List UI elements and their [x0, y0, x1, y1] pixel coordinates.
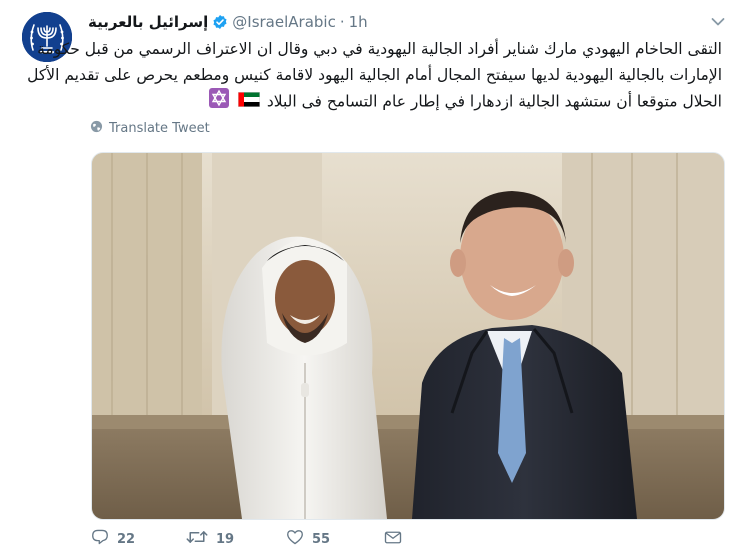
reply-count: 22	[117, 531, 136, 547]
star-of-david-emoji	[208, 88, 229, 116]
tweet-text: التقى الحاخام اليهودي مارك شناير أفراد ا…	[27, 36, 722, 116]
tweet-timestamp[interactable]: 1h	[349, 13, 368, 31]
photo-two-men	[92, 153, 724, 519]
reply-icon	[91, 529, 109, 549]
tweet-text-line-last: الحلال متوقعا أن ستشهد الجالية ازدهارا ف…	[84, 88, 722, 116]
tweet-header: إسرائيل بالعربية @IsraelArabic · 1h	[88, 10, 368, 34]
separator-dot: ·	[339, 13, 345, 31]
translate-tweet-link[interactable]: Translate Tweet	[90, 120, 210, 137]
tweet-text-line: الإمارات بالجالية اليهودية لديها سيفتح ا…	[27, 66, 722, 84]
tweet-card[interactable]: إسرائيل بالعربية @IsraelArabic · 1h التق…	[0, 0, 746, 555]
tweet-actions: 22 19 55	[91, 527, 402, 551]
envelope-icon	[384, 530, 402, 549]
direct-message-button[interactable]	[384, 530, 402, 549]
user-handle[interactable]: @IsraelArabic	[232, 13, 336, 31]
reply-button[interactable]: 22	[91, 529, 186, 549]
display-name[interactable]: إسرائيل بالعربية	[88, 13, 208, 31]
retweet-icon	[186, 529, 208, 549]
translate-tweet-label: Translate Tweet	[109, 121, 210, 136]
tweet-text-line: التقى الحاخام اليهودي مارك شناير أفراد ا…	[37, 40, 722, 58]
retweet-count: 19	[216, 531, 235, 547]
globe-icon	[90, 120, 103, 137]
heart-icon	[286, 529, 304, 549]
retweet-button[interactable]: 19	[186, 529, 286, 549]
uae-flag-emoji	[237, 89, 260, 115]
like-count: 55	[312, 531, 331, 547]
like-button[interactable]: 55	[286, 529, 384, 549]
verified-badge-icon	[212, 14, 228, 30]
tweet-text-line: الحلال متوقعا أن ستشهد الجالية ازدهارا ف…	[266, 92, 722, 111]
chevron-down-icon[interactable]	[710, 14, 726, 30]
tweet-photo[interactable]	[91, 152, 725, 520]
